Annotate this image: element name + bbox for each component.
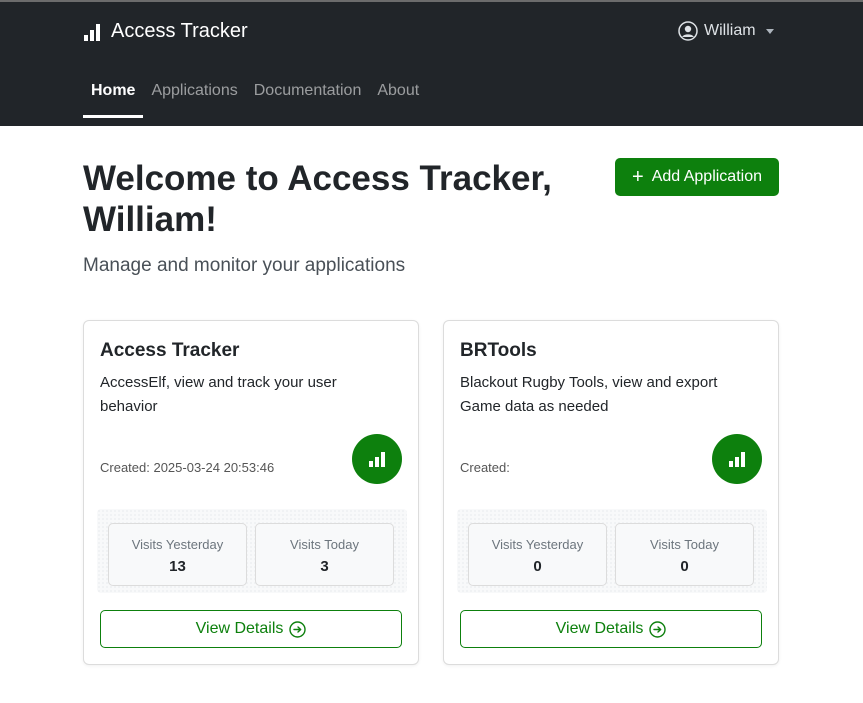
- card-description: AccessElf, view and track your user beha…: [100, 374, 337, 415]
- bar-chart-icon: [352, 434, 402, 484]
- stat-value: 3: [320, 558, 329, 575]
- card-description: Blackout Rugby Tools, view and export Ga…: [460, 374, 718, 415]
- nav-applications[interactable]: Applications: [143, 80, 245, 118]
- view-details-button[interactable]: View Details: [460, 610, 762, 648]
- nav-about[interactable]: About: [369, 80, 427, 118]
- stat-label: Visits Today: [290, 537, 359, 552]
- nav-documentation[interactable]: Documentation: [246, 80, 370, 118]
- add-application-button[interactable]: + Add Application: [615, 158, 779, 196]
- page-subtitle: Manage and monitor your applications: [83, 255, 406, 276]
- user-menu-toggle[interactable]: William: [678, 21, 774, 41]
- stat-label: Visits Today: [650, 537, 719, 552]
- stats-panel: Visits Yesterday 13 Visits Today 3: [97, 509, 407, 593]
- card-created: Created:: [460, 460, 510, 475]
- card-title: BRTools: [460, 340, 537, 361]
- top-navbar: Access Tracker William Home Applications…: [0, 0, 863, 126]
- stat-visits-today: Visits Today 3: [255, 523, 394, 586]
- stat-value: 13: [169, 558, 186, 575]
- stat-visits-today: Visits Today 0: [615, 523, 754, 586]
- card-created: Created: 2025-03-24 20:53:46: [100, 460, 275, 475]
- bar-chart-icon: [712, 434, 762, 484]
- arrow-right-circle-icon: [289, 620, 307, 638]
- application-card: Access Tracker AccessElf, view and track…: [83, 320, 419, 665]
- stat-visits-yesterday: Visits Yesterday 0: [468, 523, 607, 586]
- user-name: William: [704, 22, 756, 39]
- brand-title: Access Tracker: [111, 20, 248, 42]
- stats-panel: Visits Yesterday 0 Visits Today 0: [457, 509, 767, 593]
- stat-value: 0: [680, 558, 689, 575]
- chevron-down-icon: [765, 28, 774, 34]
- arrow-right-circle-icon: [649, 620, 667, 638]
- plus-icon: +: [632, 166, 644, 188]
- view-details-button[interactable]: View Details: [100, 610, 402, 648]
- main-nav: Home Applications Documentation About: [83, 80, 427, 118]
- add-application-label: Add Application: [651, 168, 762, 185]
- view-details-label: View Details: [555, 620, 644, 637]
- application-card: BRTools Blackout Rugby Tools, view and e…: [443, 320, 779, 665]
- stat-label: Visits Yesterday: [491, 537, 584, 552]
- view-details-label: View Details: [195, 620, 284, 637]
- stat-visits-yesterday: Visits Yesterday 13: [108, 523, 247, 586]
- stat-value: 0: [533, 558, 542, 575]
- page-title: Welcome to Access Tracker, William!: [83, 159, 552, 239]
- nav-home[interactable]: Home: [83, 80, 144, 118]
- user-avatar-icon: [678, 21, 698, 41]
- bar-chart-icon: [84, 23, 100, 41]
- brand-link[interactable]: Access Tracker: [83, 20, 248, 43]
- card-title: Access Tracker: [100, 340, 240, 361]
- stat-label: Visits Yesterday: [131, 537, 224, 552]
